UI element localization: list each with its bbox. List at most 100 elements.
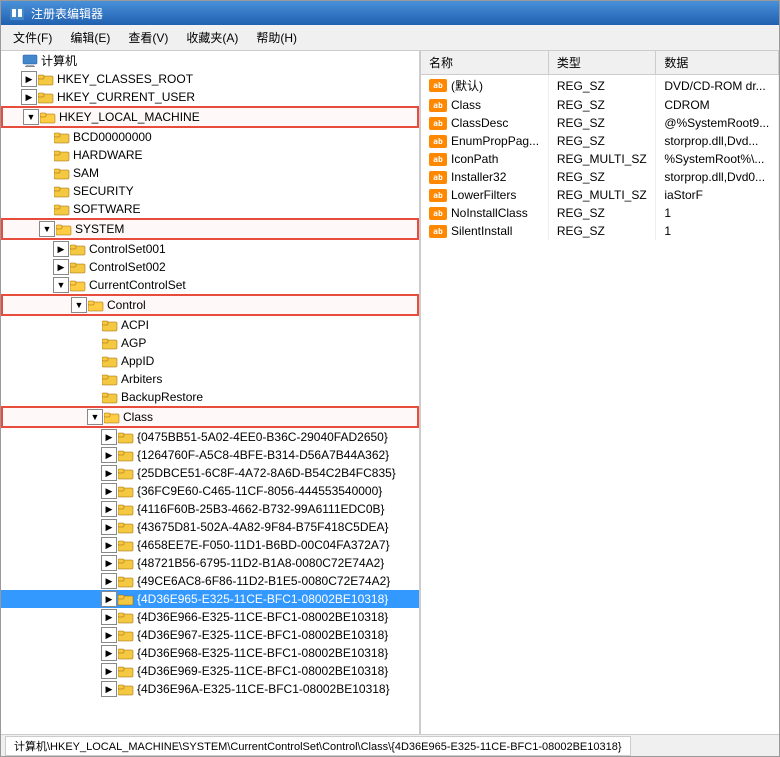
table-row[interactable]: abClassDescREG_SZ@%SystemRoot9... <box>421 114 779 132</box>
reg-data: 1 <box>656 222 779 240</box>
tree-node-sam[interactable]: SAM <box>1 164 419 182</box>
expand-guid7[interactable]: ▶ <box>101 537 117 553</box>
expand-guid14[interactable]: ▶ <box>101 663 117 679</box>
reg-name: ab(默认) <box>421 75 548 97</box>
expand-appid[interactable] <box>85 353 101 369</box>
table-row[interactable]: abEnumPropPag...REG_SZstorprop.dll,Dvd..… <box>421 132 779 150</box>
expand-hardware[interactable] <box>37 147 53 163</box>
expand-guid3[interactable]: ▶ <box>101 465 117 481</box>
expand-arbiters[interactable] <box>85 371 101 387</box>
expand-guid2[interactable]: ▶ <box>101 447 117 463</box>
expand-acpi[interactable] <box>85 317 101 333</box>
expand-control[interactable]: ▼ <box>71 297 87 313</box>
tree-node-computer[interactable]: 计算机 <box>1 51 419 70</box>
expand-guid11[interactable]: ▶ <box>101 609 117 625</box>
tree-node-agp[interactable]: AGP <box>1 334 419 352</box>
expand-security[interactable] <box>37 183 53 199</box>
tree-node-guid1[interactable]: ▶ {0475BB51-5A02-4EE0-B36C-29040FAD2650} <box>1 428 419 446</box>
expand-guid13[interactable]: ▶ <box>101 645 117 661</box>
expand-hkcu[interactable]: ▶ <box>21 89 37 105</box>
tree-node-ccs001[interactable]: ▶ ControlSet001 <box>1 240 419 258</box>
expand-guid1[interactable]: ▶ <box>101 429 117 445</box>
registry-values-panel: 名称 类型 数据 ab(默认)REG_SZDVD/CD-ROM dr...abC… <box>421 51 779 734</box>
reg-type: REG_MULTI_SZ <box>548 186 655 204</box>
menu-edit[interactable]: 编辑(E) <box>62 27 118 48</box>
expand-guid10[interactable]: ▶ <box>101 591 117 607</box>
tree-node-guid10[interactable]: ▶ {4D36E965-E325-11CE-BFC1-08002BE10318} <box>1 590 419 608</box>
tree-node-hklm[interactable]: ▼ HKEY_LOCAL_MACHINE <box>1 106 419 128</box>
tree-node-software[interactable]: SOFTWARE <box>1 200 419 218</box>
expand-software[interactable] <box>37 201 53 217</box>
tree-node-guid13[interactable]: ▶ {4D36E968-E325-11CE-BFC1-08002BE10318} <box>1 644 419 662</box>
table-row[interactable]: abLowerFiltersREG_MULTI_SZiaStorF <box>421 186 779 204</box>
tree-node-guid9[interactable]: ▶ {49CE6AC8-6F86-11D2-B1E5-0080C72E74A2} <box>1 572 419 590</box>
menu-favorites[interactable]: 收藏夹(A) <box>178 27 246 48</box>
tree-node-guid5[interactable]: ▶ {4116F60B-25B3-4662-B732-99A6111EDC0B} <box>1 500 419 518</box>
tree-node-security[interactable]: SECURITY <box>1 182 419 200</box>
expand-class[interactable]: ▼ <box>87 409 103 425</box>
tree-node-guid2[interactable]: ▶ {1264760F-A5C8-4BFE-B314-D56A7B44A362} <box>1 446 419 464</box>
folder-icon-ccs001 <box>70 242 86 256</box>
tree-label-guid12: {4D36E967-E325-11CE-BFC1-08002BE10318} <box>137 628 388 642</box>
expand-computer[interactable] <box>5 53 21 69</box>
tree-node-guid12[interactable]: ▶ {4D36E967-E325-11CE-BFC1-08002BE10318} <box>1 626 419 644</box>
reg-data: @%SystemRoot9... <box>656 114 779 132</box>
table-row[interactable]: abInstaller32REG_SZstorprop.dll,Dvd0... <box>421 168 779 186</box>
tree-label-guid5: {4116F60B-25B3-4662-B732-99A6111EDC0B} <box>137 502 385 516</box>
tree-node-class[interactable]: ▼ Class <box>1 406 419 428</box>
tree-node-guid6[interactable]: ▶ {43675D81-502A-4A82-9F84-B75F418C5DEA} <box>1 518 419 536</box>
expand-ccs001[interactable]: ▶ <box>53 241 69 257</box>
tree-node-guid7[interactable]: ▶ {4658EE7E-F050-11D1-B6BD-00C04FA372A7} <box>1 536 419 554</box>
tree-node-backuprestore[interactable]: BackupRestore <box>1 388 419 406</box>
tree-node-arbiters[interactable]: Arbiters <box>1 370 419 388</box>
expand-bcd[interactable] <box>37 129 53 145</box>
expand-hklm[interactable]: ▼ <box>23 109 39 125</box>
tree-node-guid8[interactable]: ▶ {48721B56-6795-11D2-B1A8-0080C72E74A2} <box>1 554 419 572</box>
tree-node-hardware[interactable]: HARDWARE <box>1 146 419 164</box>
status-bar: 计算机\HKEY_LOCAL_MACHINE\SYSTEM\CurrentCon… <box>1 734 779 756</box>
expand-curcs[interactable]: ▼ <box>53 277 69 293</box>
tree-node-curcs[interactable]: ▼ CurrentControlSet <box>1 276 419 294</box>
table-row[interactable]: ab(默认)REG_SZDVD/CD-ROM dr... <box>421 75 779 97</box>
expand-guid5[interactable]: ▶ <box>101 501 117 517</box>
tree-node-guid11[interactable]: ▶ {4D36E966-E325-11CE-BFC1-08002BE10318} <box>1 608 419 626</box>
menu-help[interactable]: 帮助(H) <box>248 27 305 48</box>
menu-view[interactable]: 查看(V) <box>120 27 176 48</box>
folder-icon-appid <box>102 354 118 368</box>
expand-guid15[interactable]: ▶ <box>101 681 117 697</box>
tree-node-ccs002[interactable]: ▶ ControlSet002 <box>1 258 419 276</box>
tree-node-hkcu[interactable]: ▶ HKEY_CURRENT_USER <box>1 88 419 106</box>
expand-system[interactable]: ▼ <box>39 221 55 237</box>
tree-node-bcd[interactable]: BCD00000000 <box>1 128 419 146</box>
expand-guid12[interactable]: ▶ <box>101 627 117 643</box>
tree-node-guid4[interactable]: ▶ {36FC9E60-C465-11CF-8056-444553540000} <box>1 482 419 500</box>
tree-node-guid15[interactable]: ▶ {4D36E96A-E325-11CE-BFC1-08002BE10318} <box>1 680 419 698</box>
tree-node-guid3[interactable]: ▶ {25DBCE51-6C8F-4A72-8A6D-B54C2B4FC835} <box>1 464 419 482</box>
expand-guid6[interactable]: ▶ <box>101 519 117 535</box>
title-bar: 注册表编辑器 <box>1 1 779 25</box>
tree-panel[interactable]: 计算机▶ HKEY_CLASSES_ROOT▶ HKEY_CURRENT_USE… <box>1 51 421 734</box>
tree-node-control[interactable]: ▼ Control <box>1 294 419 316</box>
tree-label-sam: SAM <box>73 166 99 180</box>
tree-label-appid: AppID <box>121 354 154 368</box>
expand-ccs002[interactable]: ▶ <box>53 259 69 275</box>
table-row[interactable]: abIconPathREG_MULTI_SZ%SystemRoot%\... <box>421 150 779 168</box>
tree-node-system[interactable]: ▼ SYSTEM <box>1 218 419 240</box>
expand-guid4[interactable]: ▶ <box>101 483 117 499</box>
expand-guid9[interactable]: ▶ <box>101 573 117 589</box>
folder-icon-hkcr <box>38 72 54 86</box>
tree-label-guid3: {25DBCE51-6C8F-4A72-8A6D-B54C2B4FC835} <box>137 466 396 480</box>
tree-node-appid[interactable]: AppID <box>1 352 419 370</box>
tree-node-guid14[interactable]: ▶ {4D36E969-E325-11CE-BFC1-08002BE10318} <box>1 662 419 680</box>
table-row[interactable]: abNoInstallClassREG_SZ1 <box>421 204 779 222</box>
expand-sam[interactable] <box>37 165 53 181</box>
tree-node-acpi[interactable]: ACPI <box>1 316 419 334</box>
table-row[interactable]: abClassREG_SZCDROM <box>421 96 779 114</box>
expand-backuprestore[interactable] <box>85 389 101 405</box>
tree-node-hkcr[interactable]: ▶ HKEY_CLASSES_ROOT <box>1 70 419 88</box>
expand-hkcr[interactable]: ▶ <box>21 71 37 87</box>
expand-guid8[interactable]: ▶ <box>101 555 117 571</box>
table-row[interactable]: abSilentInstallREG_SZ1 <box>421 222 779 240</box>
expand-agp[interactable] <box>85 335 101 351</box>
menu-file[interactable]: 文件(F) <box>5 27 60 48</box>
